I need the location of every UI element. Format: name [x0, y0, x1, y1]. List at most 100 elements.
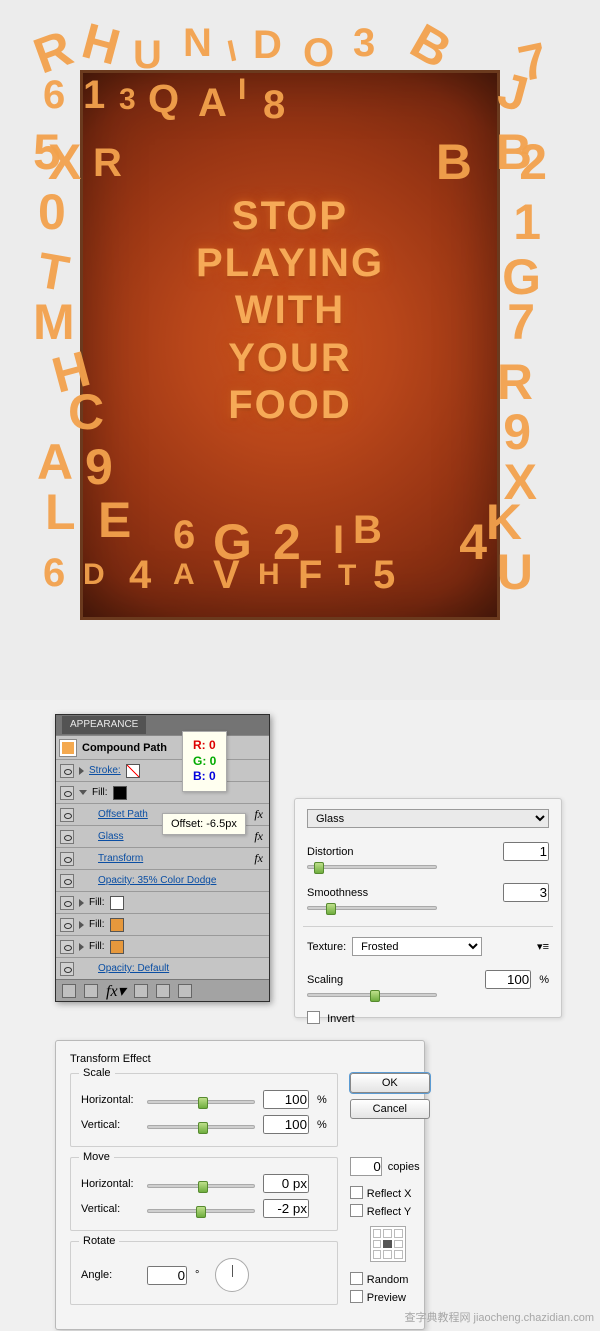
fill-swatch-orange[interactable] — [110, 918, 124, 932]
fill-swatch-white[interactable] — [110, 896, 124, 910]
distortion-slider[interactable] — [307, 865, 437, 869]
expand-icon[interactable] — [79, 899, 84, 907]
fill-label: Fill: — [89, 919, 105, 930]
cancel-button[interactable]: Cancel — [350, 1099, 430, 1119]
fill-row-1[interactable]: Fill: — [56, 781, 269, 803]
move-h-slider[interactable] — [147, 1184, 255, 1188]
opacity-default-link[interactable]: Opacity: Default — [98, 963, 169, 974]
texture-select[interactable]: Frosted — [352, 937, 482, 956]
r-value: R: 0 — [193, 738, 216, 754]
glass-link[interactable]: Glass — [98, 831, 124, 842]
rotate-legend: Rotate — [79, 1235, 119, 1247]
text-line-2: PLAYING — [83, 240, 497, 287]
fill-row-3[interactable]: Fill: — [56, 913, 269, 935]
default-opacity-row[interactable]: Opacity: Default — [56, 957, 269, 979]
ok-button[interactable]: OK — [350, 1073, 430, 1093]
preview-checkbox[interactable] — [350, 1290, 363, 1303]
scale-v-input[interactable] — [263, 1115, 309, 1134]
move-h-label: Horizontal: — [81, 1178, 139, 1190]
visibility-icon[interactable] — [60, 918, 74, 932]
visibility-icon[interactable] — [60, 962, 74, 976]
scale-v-slider[interactable] — [147, 1125, 255, 1129]
stroke-fill-icon[interactable] — [84, 984, 98, 998]
target-thumb-icon — [60, 740, 76, 756]
fx-icon: fx — [254, 807, 263, 822]
stroke-swatch[interactable] — [126, 764, 140, 778]
visibility-icon[interactable] — [60, 808, 74, 822]
stroke-row[interactable]: Stroke: — [56, 759, 269, 781]
expand-icon[interactable] — [79, 790, 87, 795]
opacity-link[interactable]: Opacity: 35% Color Dodge — [98, 875, 216, 886]
reflect-y-checkbox[interactable] — [350, 1204, 363, 1217]
fill-label: Fill: — [89, 897, 105, 908]
clear-icon[interactable] — [134, 984, 148, 998]
fx-icon: fx — [254, 851, 263, 866]
visibility-icon[interactable] — [60, 852, 74, 866]
watermark-text: 查字典教程网 jiaocheng.chazidian.com — [404, 1309, 594, 1325]
scale-fieldset: Scale Horizontal: % Vertical: % — [70, 1073, 338, 1147]
g-value: G: 0 — [193, 754, 216, 770]
text-line-1: STOP — [83, 193, 497, 240]
move-h-input[interactable] — [263, 1174, 309, 1193]
distortion-label: Distortion — [307, 846, 377, 858]
fill-row-4[interactable]: Fill: — [56, 935, 269, 957]
glass-effect-panel[interactable]: Glass Distortion Smoothness Texture: Fro… — [294, 798, 562, 1018]
copies-input[interactable] — [350, 1157, 382, 1176]
move-legend: Move — [79, 1151, 114, 1163]
transform-effect-dialog[interactable]: Transform Effect Scale Horizontal: % Ver… — [55, 1040, 425, 1330]
visibility-icon[interactable] — [60, 764, 74, 778]
stroke-link[interactable]: Stroke: — [89, 765, 121, 776]
angle-input[interactable] — [147, 1266, 187, 1285]
registration-grid[interactable] — [370, 1226, 406, 1262]
panel-zone: APPEARANCE Compound Path Stroke: Fill: O… — [0, 700, 600, 1331]
visibility-icon[interactable] — [60, 830, 74, 844]
invert-checkbox[interactable] — [307, 1011, 320, 1024]
fill-row-2[interactable]: Fill: — [56, 891, 269, 913]
appearance-panel[interactable]: APPEARANCE Compound Path Stroke: Fill: O… — [55, 714, 270, 1002]
main-text: STOP PLAYING WITH YOUR FOOD — [83, 193, 497, 429]
appearance-tab[interactable]: APPEARANCE — [62, 716, 146, 734]
reflect-x-checkbox[interactable] — [350, 1186, 363, 1199]
fill-opacity-row[interactable]: Opacity: 35% Color Dodge — [56, 869, 269, 891]
visibility-icon[interactable] — [60, 786, 74, 800]
offset-path-link[interactable]: Offset Path — [98, 809, 148, 820]
invert-row: Invert — [307, 1011, 549, 1025]
distortion-input[interactable] — [503, 842, 549, 861]
fill-swatch-black[interactable] — [113, 786, 127, 800]
fill-label: Fill: — [92, 787, 108, 798]
text-line-3: WITH — [83, 287, 497, 334]
trash-icon[interactable] — [178, 984, 192, 998]
smoothness-slider[interactable] — [307, 906, 437, 910]
visibility-icon[interactable] — [60, 874, 74, 888]
scale-h-slider[interactable] — [147, 1100, 255, 1104]
appearance-target-row: Compound Path — [56, 735, 269, 759]
scale-h-input[interactable] — [263, 1090, 309, 1109]
glass-preset-select[interactable]: Glass — [307, 809, 549, 828]
fill-swatch-orange[interactable] — [110, 940, 124, 954]
move-v-input[interactable] — [263, 1199, 309, 1218]
new-art-icon[interactable] — [62, 984, 76, 998]
visibility-icon[interactable] — [60, 940, 74, 954]
transform-effect-row[interactable]: Transform fx — [56, 847, 269, 869]
scaling-label: Scaling — [307, 974, 377, 986]
random-checkbox[interactable] — [350, 1272, 363, 1285]
scaling-slider[interactable] — [307, 993, 437, 997]
texture-label: Texture: — [307, 941, 346, 953]
angle-dial[interactable] — [215, 1258, 249, 1292]
visibility-icon[interactable] — [60, 896, 74, 910]
fx-menu-icon[interactable]: fx▾ — [106, 981, 126, 1001]
texture-menu-icon[interactable]: ▾≡ — [537, 940, 549, 953]
expand-icon[interactable] — [79, 921, 84, 929]
smoothness-input[interactable] — [503, 883, 549, 902]
expand-icon[interactable] — [79, 767, 84, 775]
scaling-input[interactable] — [485, 970, 531, 989]
transform-link[interactable]: Transform — [98, 853, 143, 864]
poster-artboard[interactable]: STOP PLAYING WITH YOUR FOOD R H U N I D … — [80, 70, 500, 620]
scale-v-label: Vertical: — [81, 1119, 139, 1131]
duplicate-icon[interactable] — [156, 984, 170, 998]
expand-icon[interactable] — [79, 943, 84, 951]
fill-label: Fill: — [89, 941, 105, 952]
move-v-slider[interactable] — [147, 1209, 255, 1213]
appearance-footer: fx▾ — [56, 979, 269, 1001]
reflect-y-label: Reflect Y — [367, 1206, 411, 1218]
